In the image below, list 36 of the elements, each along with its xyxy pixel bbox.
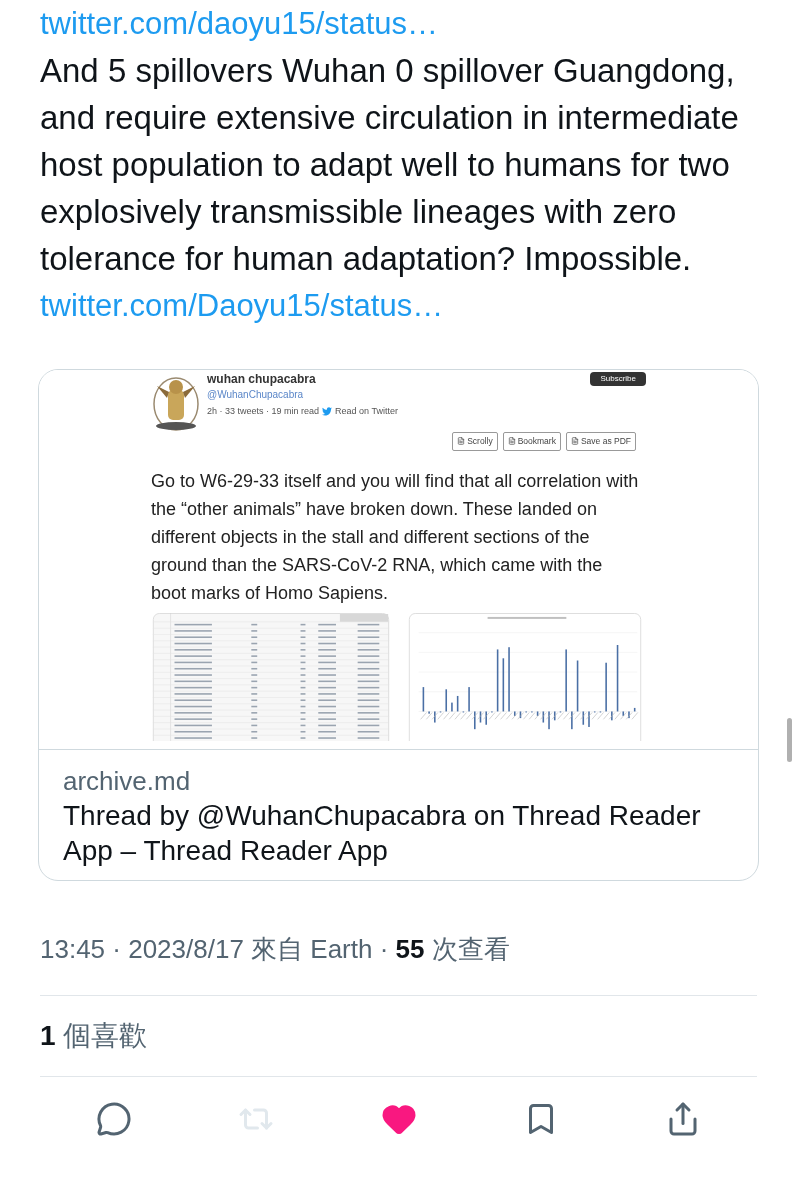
scrollbar-thumb	[787, 718, 792, 762]
chart-bar	[502, 658, 505, 712]
chart-bar	[553, 711, 556, 721]
chart-bar	[622, 711, 625, 716]
chart-bar	[422, 686, 425, 712]
toolbar-button[interactable]: Bookmark	[502, 432, 561, 451]
document-icon	[507, 437, 516, 446]
author-name: wuhan chupacabra	[207, 372, 317, 386]
author-handle: @WuhanChupacabra	[207, 388, 305, 402]
subscribe-button[interactable]: Subscribe	[590, 372, 646, 386]
chart-bar	[616, 644, 619, 712]
document-icon	[457, 437, 466, 446]
toolbar-button[interactable]: Save as PDF	[565, 432, 636, 451]
chart-bar	[519, 711, 522, 718]
read-on-twitter-link[interactable]: Read on Twitter	[335, 405, 398, 419]
chart-bar	[513, 711, 516, 716]
chart-bar	[456, 695, 459, 712]
card-domain: archive.md	[63, 765, 192, 798]
chart-bar	[479, 711, 482, 723]
chart-bar	[576, 660, 579, 712]
document-icon	[570, 437, 579, 446]
tweet-timestamp: 13:45 · 2023/8/17 來自 Earth · 55 次查看	[40, 933, 511, 966]
chart-bar	[496, 649, 499, 712]
chart-bar	[582, 711, 585, 725]
chart-bar	[542, 711, 545, 723]
chart-bar	[536, 711, 539, 716]
tweet-text: And 5 spillovers Wuhan 0 spillover Guangdong, and require extensive circulation in intermediate host population to adapt well to humans for two explosively transmissible lineages with zero tolerance for human adaptation? Impossible.	[40, 51, 740, 279]
likes-count: 1 個喜歡	[40, 1019, 149, 1053]
toolbar-button[interactable]: Scrolly	[452, 432, 498, 451]
bird-icon	[322, 407, 333, 417]
speech-bubble-icon[interactable]	[96, 1101, 132, 1137]
card-title: Thread by @WuhanChupacabra on Thread Reader App – Thread Reader App	[63, 799, 702, 868]
link-card[interactable]	[38, 369, 759, 881]
chart-bar	[633, 707, 636, 712]
thread-paragraph: Go to W6-29-33 itself and you will find that all correlation with the “other animals” have broken down. These landed on different objects in the stall and different sections of the ground than the SARS-CoV-2 RNA, which came with the boot marks of Homo Sapiens.	[151, 469, 640, 605]
thread-meta: 2h · 33 tweets · 19 min read	[207, 405, 320, 418]
